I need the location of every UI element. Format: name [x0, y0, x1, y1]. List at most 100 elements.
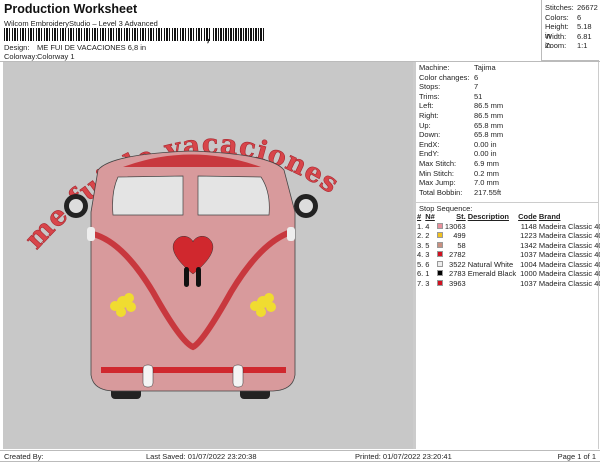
- detail-row: Total Bobbin: 217.55ft: [419, 188, 501, 197]
- detail-row: Min Stitch: 0.2 mm: [419, 169, 499, 178]
- thread-code: 1342: [520, 240, 537, 250]
- design-value: ME FUI DE VACACIONES 6,8 in: [37, 43, 147, 52]
- thread-code: 1148: [520, 221, 537, 231]
- color-swatch: [436, 270, 443, 277]
- stitch-count: 499: [453, 231, 466, 241]
- color-swatch: [436, 222, 443, 229]
- detail-value: 0.2 mm: [474, 168, 500, 178]
- thread-description: [467, 241, 517, 251]
- thread-code: 1037: [520, 250, 537, 260]
- summary-row: Stitches: 26672: [545, 3, 598, 12]
- design-label: Design:: [4, 43, 30, 52]
- detail-row: Color changes: 6: [419, 73, 478, 82]
- summary-value: 26672: [577, 3, 598, 12]
- color-swatch: [436, 241, 443, 248]
- detail-label: Trims:: [419, 91, 440, 101]
- summary-label: Stitches:: [545, 3, 574, 12]
- thread-brand: Madeira Classic 40: [538, 269, 600, 279]
- color-swatch: [436, 232, 443, 239]
- stitch-count: 58: [457, 240, 466, 250]
- table-row: 3. 5 58 1342 Madeira Classic 40: [416, 241, 600, 251]
- detail-value: 86.5 mm: [474, 101, 504, 111]
- stitch-count: 2783: [449, 269, 466, 279]
- detail-value: 0.00 in: [474, 139, 497, 149]
- detail-label: Left:: [419, 101, 434, 111]
- thread-brand: Madeira Classic 40: [538, 231, 600, 241]
- thread-brand: Madeira Classic 40: [538, 240, 600, 250]
- stop-number: 4.: [417, 250, 424, 260]
- col-needle: N#: [425, 212, 435, 222]
- table-row: 2. 2 499 1223 Madeira Classic 40: [416, 231, 600, 241]
- colorway-value: Colorway 1: [37, 52, 75, 61]
- summary-value: 1:1: [577, 41, 588, 50]
- stop-number: 7.: [417, 278, 424, 288]
- detail-row: Down: 65.8 mm: [419, 130, 503, 139]
- barcode: [4, 28, 210, 41]
- color-swatch: [436, 251, 443, 258]
- needle-number: 5: [425, 240, 430, 250]
- thread-code: 1223: [520, 231, 537, 241]
- thread-code: 1000: [520, 269, 537, 279]
- page-title: Production Worksheet: [4, 2, 138, 16]
- embroidery-artwork: me fui de vacaciones: [19, 129, 344, 399]
- detail-label: Total Bobbin:: [419, 187, 463, 197]
- detail-row: EndY: 0.00 in: [419, 149, 497, 158]
- detail-label: Max Stitch:: [419, 159, 457, 168]
- barcode-tail: [213, 28, 265, 41]
- detail-row: Machine: Tajima: [419, 63, 496, 72]
- detail-value: 7: [474, 82, 479, 92]
- thread-brand: Madeira Classic 40: [538, 250, 600, 260]
- detail-row: Max Jump: 7.0 mm: [419, 178, 499, 187]
- colorway-row: Colorway:Colorway 1: [4, 52, 75, 61]
- summary-row: Zoom: 1:1: [545, 41, 587, 50]
- summary-label: Height:: [545, 22, 569, 31]
- stitch-count: 2782: [449, 250, 466, 260]
- detail-label: Down:: [419, 130, 441, 140]
- detail-label: Max Jump:: [419, 178, 456, 188]
- van-illustration: [64, 150, 318, 399]
- stop-number: 2.: [417, 231, 424, 241]
- detail-row: Trims: 51: [419, 92, 482, 101]
- needle-number: 4: [425, 221, 430, 231]
- design-row: Design: ME FUI DE VACACIONES 6,8 in: [4, 43, 146, 52]
- thread-description: [467, 250, 517, 260]
- detail-row: Right: 86.5 mm: [419, 111, 503, 120]
- detail-value: 65.8 mm: [474, 130, 504, 140]
- summary-box: Stitches: 26672 Colors: 6 Height: 5.18 in Widt…: [541, 0, 599, 61]
- detail-label: Up:: [419, 120, 431, 130]
- table-header: # N# St. Description Code Brand: [416, 212, 600, 222]
- detail-value: 217.55ft: [474, 187, 502, 197]
- table-row: 4. 3 2782 1037 Madeira Classic 40: [416, 250, 600, 260]
- stop-sequence-table: # N# St. Description Code Brand 1. 4 13063…: [416, 212, 600, 288]
- thread-brand: Madeira Classic 40: [538, 278, 600, 288]
- detail-value: Tajima: [474, 63, 496, 72]
- detail-label: Right:: [419, 111, 439, 120]
- detail-row: EndX: 0.00 in: [419, 140, 497, 149]
- design-preview: me fui de vacaciones: [3, 62, 413, 449]
- summary-value: 6: [577, 12, 582, 22]
- summary-label: Width:: [545, 31, 567, 41]
- table-row: 5. 6 3522 Natural White 1004 Madeira Classic …: [416, 260, 600, 270]
- detail-label: EndX:: [419, 139, 440, 149]
- last-saved: Last Saved: 01/07/2022 23:20:38: [146, 452, 257, 461]
- needle-number: 3: [425, 278, 430, 288]
- thread-description: Natural White: [467, 259, 514, 269]
- summary-row: Colors: 6: [545, 13, 581, 22]
- summary-label: Colors:: [545, 12, 569, 22]
- thread-description: [467, 231, 517, 241]
- stop-number: 6.: [417, 269, 424, 279]
- color-swatch: [436, 260, 443, 267]
- thread-code: 1037: [520, 278, 537, 288]
- detail-value: 6: [474, 72, 479, 82]
- col-stitches: St.: [456, 212, 466, 222]
- detail-row: Left: 86.5 mm: [419, 101, 503, 110]
- needle-number: 1: [425, 269, 430, 279]
- thread-code: 1004: [520, 259, 537, 269]
- detail-value: 0.00 in: [474, 149, 497, 159]
- stitch-count: 13063: [444, 221, 466, 231]
- table-row: 1. 4 13063 1148 Madeira Classic 40: [416, 222, 600, 232]
- stop-number: 3.: [417, 240, 424, 250]
- detail-value: 6.9 mm: [474, 159, 500, 168]
- stop-number: 1.: [417, 221, 424, 231]
- table-row: 7. 3 3963 1037 Madeira Classic 40: [416, 279, 600, 289]
